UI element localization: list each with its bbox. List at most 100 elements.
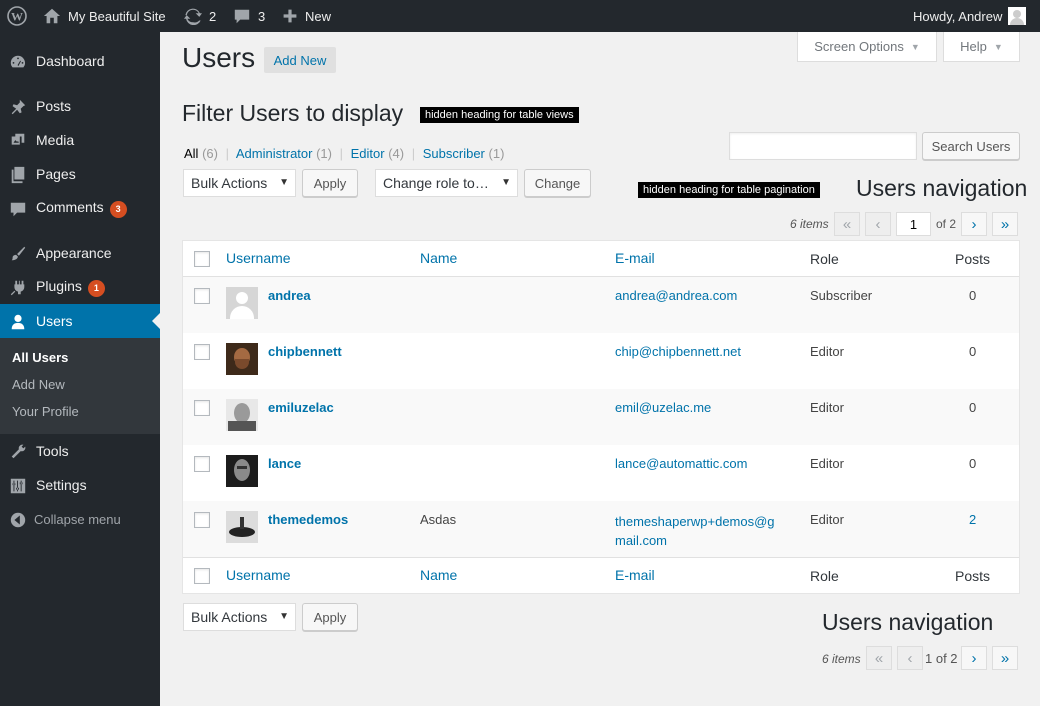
- site-name: My Beautiful Site: [68, 8, 166, 24]
- wordpress-logo-icon[interactable]: W: [7, 0, 27, 32]
- menu-label: Pages: [36, 166, 76, 182]
- username-link[interactable]: andrea: [268, 288, 311, 303]
- username-link[interactable]: lance: [268, 456, 301, 471]
- column-name[interactable]: Name: [420, 567, 457, 583]
- table-footer: Username Name E-mail Role Posts: [183, 557, 1019, 593]
- avatar: [226, 343, 258, 375]
- first-page-button-bottom[interactable]: «: [866, 646, 892, 670]
- new-content-link[interactable]: New: [282, 0, 331, 32]
- plus-icon: [283, 9, 297, 23]
- current-page-input[interactable]: [896, 212, 931, 236]
- menu-settings[interactable]: Settings: [0, 468, 160, 502]
- role-cell: Editor: [810, 456, 844, 471]
- comments-badge: 3: [109, 200, 127, 218]
- column-username[interactable]: Username: [226, 567, 291, 583]
- menu-appearance[interactable]: Appearance: [0, 236, 160, 270]
- menu-posts[interactable]: Posts: [0, 89, 160, 123]
- bulk-actions-select[interactable]: Bulk Actions ▼: [183, 169, 296, 197]
- hidden-heading-views: hidden heading for table views: [420, 107, 579, 123]
- column-posts: Posts: [955, 568, 991, 584]
- updates-icon: [184, 8, 202, 25]
- menu-label: Posts: [36, 98, 72, 114]
- comments-link[interactable]: 3: [233, 0, 265, 32]
- posts-count-link[interactable]: 2: [969, 512, 976, 527]
- row-checkbox[interactable]: [194, 400, 210, 416]
- username-link[interactable]: themedemos: [268, 512, 348, 527]
- total-pages: of 2: [936, 217, 957, 231]
- apply-button[interactable]: Apply: [302, 169, 358, 197]
- row-checkbox[interactable]: [194, 456, 210, 472]
- submenu-add-new[interactable]: Add New: [12, 377, 65, 392]
- view-subscriber[interactable]: Subscriber (1): [423, 146, 505, 161]
- posts-count: 0: [969, 288, 977, 303]
- next-page-button[interactable]: ›: [961, 212, 987, 236]
- menu-plugins[interactable]: Plugins 1: [0, 270, 160, 304]
- row-checkbox[interactable]: [194, 288, 210, 304]
- avatar: [226, 455, 258, 487]
- search-input[interactable]: [729, 132, 917, 160]
- menu-tools[interactable]: Tools: [0, 434, 160, 468]
- help-tab[interactable]: Help ▼: [943, 32, 1020, 62]
- avatar: [226, 399, 258, 431]
- email-link[interactable]: emil@uzelac.me: [615, 400, 711, 415]
- last-page-button-bottom[interactable]: »: [992, 646, 1018, 670]
- table-header: Username Name E-mail Role Posts: [183, 241, 1019, 277]
- collapse-menu[interactable]: Collapse menu: [0, 502, 160, 536]
- change-button[interactable]: Change: [524, 169, 591, 197]
- next-page-button-bottom[interactable]: ›: [961, 646, 987, 670]
- menu-users[interactable]: Users: [0, 304, 160, 338]
- username-link[interactable]: emiluzelac: [268, 400, 334, 415]
- email-link[interactable]: lance@automattic.com: [615, 456, 747, 471]
- updates-link[interactable]: 2: [184, 0, 216, 32]
- column-email[interactable]: E-mail: [615, 250, 655, 266]
- column-email[interactable]: E-mail: [615, 567, 655, 583]
- name-cell: Asdas: [420, 512, 457, 527]
- prev-page-button[interactable]: ‹: [865, 212, 891, 236]
- add-new-button[interactable]: Add New: [264, 47, 336, 73]
- select-all-checkbox[interactable]: [194, 251, 210, 267]
- email-link[interactable]: andrea@andrea.com: [615, 288, 737, 303]
- submenu-all-users[interactable]: All Users: [12, 350, 68, 365]
- row-checkbox[interactable]: [194, 344, 210, 360]
- last-page-button[interactable]: »: [992, 212, 1018, 236]
- view-all[interactable]: All (6): [184, 146, 218, 161]
- menu-pages[interactable]: Pages: [0, 157, 160, 191]
- username-link[interactable]: chipbennett: [268, 344, 342, 359]
- account-menu[interactable]: Howdy, Andrew: [913, 0, 1027, 32]
- menu-media[interactable]: Media: [0, 123, 160, 157]
- table-row: chipbennett chip@chipbennett.net Editor …: [183, 333, 1019, 389]
- change-role-select[interactable]: Change role to… ▼: [375, 169, 518, 197]
- column-name[interactable]: Name: [420, 250, 457, 266]
- menu-label: Users: [36, 313, 73, 329]
- first-page-button[interactable]: «: [834, 212, 860, 236]
- site-name-link[interactable]: My Beautiful Site: [43, 0, 166, 32]
- menu-dashboard[interactable]: Dashboard: [0, 44, 160, 78]
- home-icon: [43, 8, 61, 24]
- screen-options-tab[interactable]: Screen Options ▼: [797, 32, 937, 62]
- table-row: lance lance@automattic.com Editor 0: [183, 445, 1019, 501]
- triangle-down-icon: ▼: [910, 41, 920, 52]
- items-count-bottom: 6 items: [822, 652, 861, 666]
- apply-button-bottom[interactable]: Apply: [302, 603, 358, 631]
- select-all-checkbox[interactable]: [194, 568, 210, 584]
- bulk-actions-select-bottom[interactable]: Bulk Actions ▼: [183, 603, 296, 631]
- search-users-button[interactable]: Search Users: [922, 132, 1020, 160]
- email-link[interactable]: themeshaperwp+demos@g mail.com: [615, 512, 775, 550]
- view-administrator[interactable]: Administrator (1): [236, 146, 332, 161]
- column-username[interactable]: Username: [226, 250, 291, 266]
- posts-count: 0: [969, 344, 977, 359]
- menu-comments[interactable]: Comments 3: [0, 191, 160, 225]
- user-icon: [11, 314, 25, 330]
- prev-page-button-bottom[interactable]: ‹: [897, 646, 923, 670]
- bulk-actions-value: Bulk Actions: [191, 175, 268, 191]
- table-row: emiluzelac emil@uzelac.me Editor 0: [183, 389, 1019, 445]
- table-row: themedemos Asdas themeshaperwp+demos@g m…: [183, 501, 1019, 557]
- view-editor[interactable]: Editor (4): [351, 146, 404, 161]
- account-avatar: [1008, 7, 1027, 25]
- menu-label: Appearance: [36, 245, 112, 261]
- bulk-actions-value: Bulk Actions: [191, 609, 268, 625]
- row-checkbox[interactable]: [194, 512, 210, 528]
- email-link[interactable]: chip@chipbennett.net: [615, 344, 741, 359]
- submenu-your-profile[interactable]: Your Profile: [12, 404, 79, 419]
- menu-label: Dashboard: [36, 53, 105, 69]
